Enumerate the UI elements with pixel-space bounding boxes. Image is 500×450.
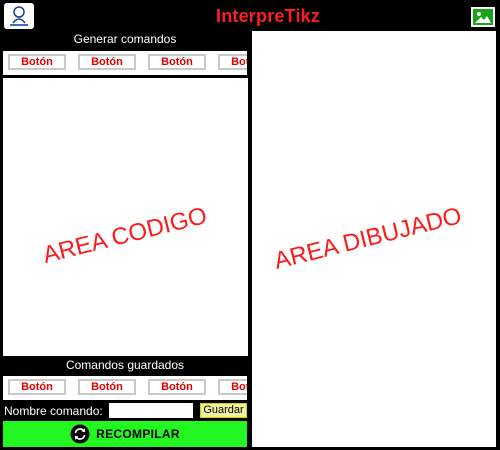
saved-button-2[interactable]: Botón xyxy=(78,379,136,395)
generate-button-4-label: Botón xyxy=(231,56,247,68)
saved-button-4[interactable]: Botón xyxy=(218,379,247,395)
generate-button-3-label: Botón xyxy=(161,56,193,68)
saved-button-4-label: Botón xyxy=(231,381,247,393)
saved-commands-header: Comandos guardados xyxy=(65,358,185,372)
code-area-placeholder: AREA CODIGO xyxy=(40,202,210,269)
code-area[interactable]: AREA CODIGO xyxy=(3,78,248,356)
drawing-area[interactable]: AREA DIBUJADO xyxy=(252,31,496,447)
generate-buttons-row: Botón Botón Botón Botón xyxy=(3,51,247,75)
generate-button-2-label: Botón xyxy=(91,56,123,68)
generate-button-1[interactable]: Botón xyxy=(8,54,66,70)
generate-button-3[interactable]: Botón xyxy=(148,54,206,70)
generate-button-4[interactable]: Botón xyxy=(218,54,247,70)
app-logo xyxy=(4,3,34,29)
saved-button-3[interactable]: Botón xyxy=(148,379,206,395)
refresh-icon xyxy=(70,424,90,444)
saved-button-2-label: Botón xyxy=(91,381,123,393)
image-icon xyxy=(473,9,493,25)
generate-commands-header: Generar comandos xyxy=(73,32,177,46)
app-logo-icon xyxy=(10,6,28,26)
recompile-button[interactable]: RECOMPILAR xyxy=(3,421,247,447)
saved-button-1[interactable]: Botón xyxy=(8,379,66,395)
command-name-input[interactable] xyxy=(109,403,193,418)
saved-buttons-row: Botón Botón Botón Botón xyxy=(3,376,247,400)
command-name-label: Nombre comando: xyxy=(4,404,103,418)
generate-button-2[interactable]: Botón xyxy=(78,54,136,70)
save-button[interactable]: Guardar xyxy=(200,403,247,418)
generate-button-1-label: Botón xyxy=(21,56,53,68)
saved-button-1-label: Botón xyxy=(21,381,53,393)
recompile-label: RECOMPILAR xyxy=(96,427,180,441)
drawing-area-placeholder: AREA DIBUJADO xyxy=(271,202,465,275)
app-title: InterpreTikz xyxy=(216,6,321,26)
saved-button-3-label: Botón xyxy=(161,381,193,393)
image-button[interactable] xyxy=(471,7,495,27)
